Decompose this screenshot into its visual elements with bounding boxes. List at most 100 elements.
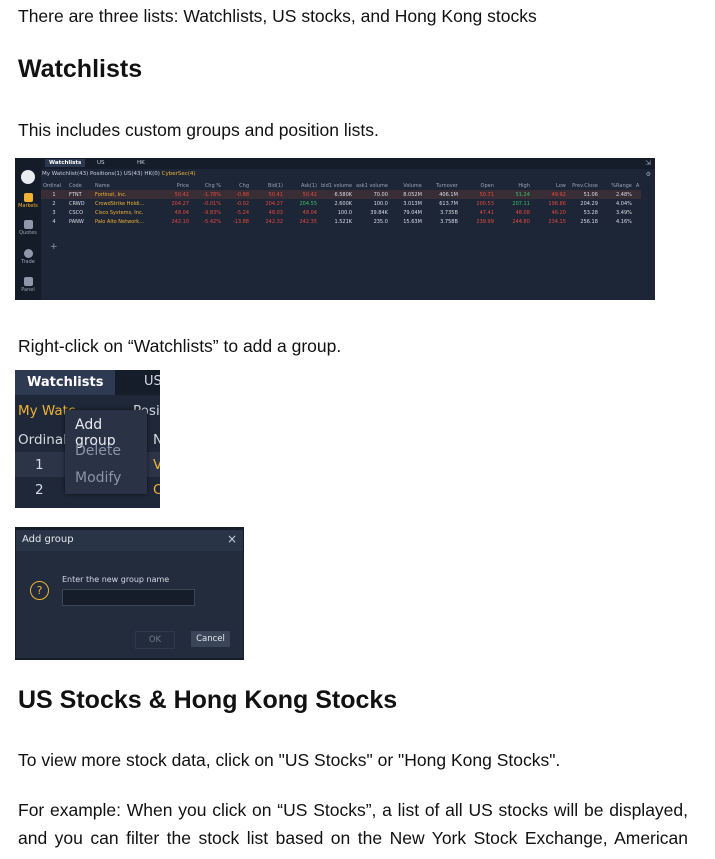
tab-us[interactable]: US (144, 374, 160, 389)
col-header[interactable]: Ask(1) (285, 181, 319, 190)
cell: 48.08 (515, 209, 530, 216)
cell: 242.32 (265, 218, 284, 225)
cell: 3.735B (440, 209, 458, 216)
tab-watchlists[interactable]: Watchlists (15, 370, 115, 395)
cell: 242.10 (171, 218, 190, 225)
example-paragraph: For example: When you click on “US Stock… (18, 796, 688, 852)
cell: -0.02 (236, 200, 249, 207)
cell: -9.83% (203, 209, 221, 216)
close-icon[interactable]: × (227, 532, 237, 546)
view-more-text: To view more stock data, click on "US St… (18, 750, 561, 770)
menu-item-delete[interactable]: Delete (75, 443, 121, 459)
cell: -13.88 (232, 218, 249, 225)
cell: CRWD (69, 200, 85, 207)
cell: 4.16% (616, 218, 632, 225)
col-header[interactable]: Low (532, 181, 568, 190)
cell: -0.01% (203, 200, 221, 207)
col-header[interactable]: Chg % (191, 181, 223, 190)
cell: 6.580K (319, 190, 355, 199)
tab-us[interactable]: US (97, 160, 105, 166)
row-name: Co (153, 482, 160, 498)
cell: 234.15 (548, 218, 566, 225)
cell: 4 (52, 218, 56, 225)
example-line: For example: When you click on “US Stock… (18, 800, 688, 820)
cell: -0.88 (223, 190, 251, 199)
add-group-dialog: Add group × ? Enter the new group name O… (16, 530, 243, 658)
col-header[interactable]: Chg (223, 181, 251, 190)
watchlist-screenshot: Markets Quotes Trade Panel Watchlists US… (15, 158, 655, 300)
cell: 2 (52, 200, 56, 207)
cancel-button[interactable]: Cancel (191, 631, 230, 647)
cell: -1.78% (191, 190, 223, 199)
cell: 3.49% (616, 209, 632, 216)
cell: CrowdStrike Holdi... (95, 200, 145, 207)
app-sidebar: Markets Quotes Trade Panel (15, 158, 41, 300)
cell: 50.41 (251, 190, 285, 199)
dialog-title: Add group (22, 534, 74, 545)
cell: 1.521K (334, 218, 353, 225)
sidebar-item-markets[interactable]: Markets (15, 193, 41, 209)
cell: 53.28 (583, 209, 598, 216)
col-header[interactable]: Prev.Close (568, 181, 600, 190)
sub-tab-active[interactable]: CyberSec(4) (162, 171, 196, 177)
col-header[interactable]: Open (460, 181, 496, 190)
col-header[interactable]: Volume (390, 181, 424, 190)
table-row[interactable]: 1 FTNT Fortinet, Inc. 50.42 -1.78% -0.88… (41, 190, 642, 199)
col-header[interactable]: Bid(1) (251, 181, 285, 190)
cell: 47.41 (479, 209, 494, 216)
table-row[interactable]: 3 CSCO Cisco Systems, Inc. 48.04 -9.83% … (41, 208, 641, 217)
cell: 204.55 (299, 200, 318, 207)
table-header: Ordinal Code Name Price Chg % Chg Bid(1)… (41, 181, 641, 190)
col-header[interactable]: Turnover (424, 181, 460, 190)
col-header[interactable]: Ordinal (41, 181, 67, 190)
cell: 4.04% (616, 200, 632, 207)
dialog-titlebar: Add group × (16, 530, 243, 551)
add-stock-button[interactable]: + (50, 242, 58, 252)
menu-item-modify[interactable]: Modify (75, 470, 121, 486)
col-header[interactable]: Code (67, 181, 93, 190)
col-header[interactable]: ask1 volume (354, 181, 390, 190)
col-header[interactable]: A (634, 181, 641, 190)
cell: 256.18 (580, 218, 598, 225)
cell: 51.06 (567, 190, 600, 199)
sidebar-item-panel[interactable]: Panel (15, 277, 41, 293)
cell: 50.42 (159, 190, 191, 199)
cell: Fortinet, Inc. (93, 190, 159, 199)
expand-icon[interactable]: ⇲ (645, 159, 651, 167)
cell: 48.03 (268, 209, 283, 216)
tab-hk[interactable]: HK (137, 160, 145, 166)
col-header[interactable]: bid1 volume (319, 181, 354, 190)
gear-icon[interactable]: ⚙ (646, 171, 651, 178)
cell: 100.0 (373, 200, 388, 207)
cell: 48.04 (302, 209, 317, 216)
heading-watchlists: Watchlists (18, 55, 143, 83)
group-name-input[interactable] (62, 589, 195, 606)
cell: 1 (41, 190, 67, 199)
cell: 48.04 (174, 209, 189, 216)
sidebar-item-quotes[interactable]: Quotes (15, 220, 41, 236)
cell: 207.11 (512, 200, 530, 207)
sub-tabs[interactable]: My Watchlist(43) Positions(1) US(43) HK(… (42, 171, 160, 177)
sub-tab-bar: My Watchlist(43) Positions(1) US(43) HK(… (42, 171, 196, 177)
cell: 2.600K (334, 200, 353, 207)
table-row[interactable]: 2 CRWD CrowdStrike Holdi... 204.27 -0.01… (41, 199, 641, 208)
cell: 3.758B (440, 218, 458, 225)
heading-us-hk: US Stocks & Hong Kong Stocks (18, 686, 398, 714)
col-header[interactable]: %Range (600, 181, 634, 190)
col-header[interactable]: High (496, 181, 532, 190)
add-group-dialog-screenshot: Add group × ? Enter the new group name O… (15, 527, 244, 660)
cell: 198.86 (548, 200, 566, 207)
tab-watchlists[interactable]: Watchlists (45, 159, 86, 167)
includes-text: This includes custom groups and position… (18, 120, 379, 140)
cell: PANW (69, 218, 84, 225)
sidebar-item-trade[interactable]: Trade (15, 249, 41, 265)
col-header[interactable]: Name (93, 181, 159, 190)
cell: 204.27 (171, 200, 190, 207)
ok-button[interactable]: OK (135, 631, 175, 649)
table-row[interactable]: 4 PANW Palo Alto Network... 242.10 -5.42… (41, 217, 641, 226)
question-icon: ? (30, 581, 49, 600)
cell: 8.052M (389, 190, 424, 199)
col-header[interactable]: Price (159, 181, 191, 190)
group-name-label: Enter the new group name (62, 575, 170, 584)
cell: 406.1M (423, 190, 460, 199)
